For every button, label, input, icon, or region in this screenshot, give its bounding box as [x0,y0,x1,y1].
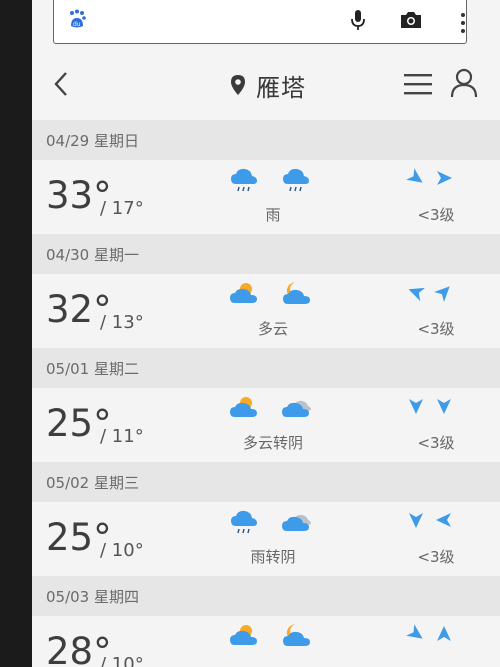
partly-cloudy-day-icon [230,625,257,645]
forecast-row[interactable]: 32° / 13° 多云 <3级 [32,274,500,348]
rain-icon [231,510,257,534]
wind-direction [406,396,462,418]
condition-label: 多云 [257,320,288,338]
low-temp: / 17° [100,198,144,219]
camera-icon[interactable] [399,10,423,30]
date-header: 04/30 星期一 [32,234,500,274]
wind-level: <3级 [417,206,455,224]
wind-direction [406,510,462,532]
wind-arrow-icon [409,513,423,528]
rain-icon [283,168,309,192]
partly-cloudy-night-icon [283,624,310,646]
condition-label: 多云转阴 [242,434,303,452]
date-header: 05/02 星期三 [32,462,500,502]
forecast-row[interactable]: 33° / 17° 雨 <3级 [32,160,500,234]
wind-arrow-icon [406,168,423,183]
wind-arrow-icon [434,286,450,302]
low-temp: / 11° [100,426,144,447]
weather-icons [228,166,318,206]
chevron-left-icon[interactable] [52,70,70,98]
forecast-row[interactable]: 25° / 11° 多云转阴 <3级 [32,388,500,462]
wind-level: <3级 [417,548,455,566]
city-name: 雁塔 [256,73,306,102]
wind-arrow-icon [437,399,451,414]
condition-label: 雨转阴 [250,548,296,566]
partly-cloudy-day-icon [230,283,257,303]
wind-arrow-icon [436,513,451,527]
partly-cloudy-night-icon [283,282,310,304]
weather-screen: du 雁塔 04/29 星期日 33° / 17° 雨 <3级 04/30 星期… [32,0,500,667]
wind-arrow-icon [408,287,425,301]
weather-icons [228,508,318,548]
forecast-list: 04/29 星期日 33° / 17° 雨 <3级 04/30 星期一 32° /… [32,120,500,667]
weather-icons [228,622,318,662]
wind-arrow-icon [437,626,451,641]
overcast-icon [282,514,311,531]
search-bar[interactable]: du [53,0,467,44]
microphone-icon[interactable] [350,9,366,31]
user-icon[interactable] [450,68,478,98]
wind-direction [406,282,462,304]
baidu-paw-logo[interactable]: du [68,9,86,29]
wind-direction [406,624,462,646]
hamburger-icon[interactable] [404,72,432,96]
low-temp: / 13° [100,312,144,333]
partly-cloudy-day-icon [230,397,257,417]
wind-arrow-icon [409,399,423,414]
condition-label: 雨 [265,206,281,224]
wind-arrow-icon [406,624,423,639]
weather-icons [228,394,318,434]
city-title[interactable]: 雁塔 [230,70,306,102]
low-temp: / 10° [100,654,144,667]
forecast-row[interactable]: 25° / 10° 雨转阴 <3级 [32,502,500,576]
date-header: 05/03 星期四 [32,576,500,616]
more-vertical-icon[interactable] [460,11,466,35]
rain-icon [231,168,257,192]
wind-level: <3级 [417,434,455,452]
wind-arrow-icon [437,171,452,185]
date-header: 04/29 星期日 [32,120,500,160]
wind-direction [406,168,462,190]
low-temp: / 10° [100,540,144,561]
forecast-row[interactable]: 28° / 10° [32,616,500,667]
svg-text:du: du [73,21,81,28]
weather-icons [228,280,318,320]
date-header: 05/01 星期二 [32,348,500,388]
overcast-icon [282,400,311,417]
location-pin-icon [231,75,245,95]
wind-level: <3级 [417,320,455,338]
header-bar: 雁塔 [32,52,500,116]
